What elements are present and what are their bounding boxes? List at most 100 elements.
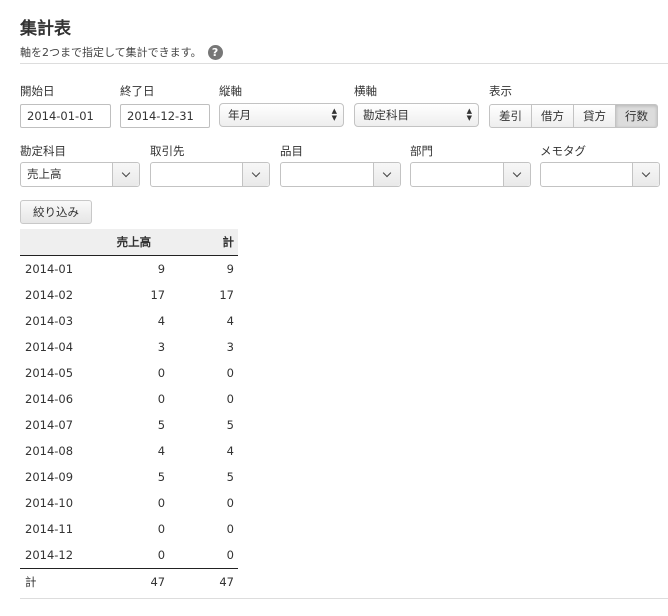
period-cell: 2014-03 xyxy=(25,314,74,328)
total-cell: 0 xyxy=(226,366,234,380)
account-label: 勘定科目 xyxy=(20,144,66,158)
subtitle-text: 軸を2つまで指定して集計できます。 xyxy=(20,46,202,59)
sales-cell: 4 xyxy=(157,444,166,458)
sales-cell: 17 xyxy=(150,288,166,302)
vertical-axis-label: 縦軸 xyxy=(219,84,242,98)
partner-dropdown-button[interactable] xyxy=(242,163,269,186)
horizontal-axis-select[interactable]: 勘定科目 ▲ ▼ xyxy=(354,103,479,127)
display-option-row-count[interactable]: 行数 xyxy=(616,104,658,128)
table-total-row: 計 47 47 xyxy=(20,568,238,595)
table-row: 2014-04 3 3 xyxy=(20,334,238,360)
total-cell: 3 xyxy=(226,340,234,354)
header-divider xyxy=(20,63,668,64)
section-dropdown-button[interactable] xyxy=(503,163,530,186)
vertical-axis-select[interactable]: 年月 ▲ ▼ xyxy=(219,103,344,127)
total-label-cell: 計 xyxy=(20,568,84,595)
memo-tag-combobox[interactable] xyxy=(540,162,660,187)
section-label: 部門 xyxy=(410,144,433,158)
partner-combobox[interactable] xyxy=(150,162,270,187)
period-cell: 2014-09 xyxy=(25,470,74,484)
item-dropdown-button[interactable] xyxy=(373,163,400,186)
period-cell: 2014-12 xyxy=(25,548,74,562)
updown-arrow-icon: ▲ ▼ xyxy=(331,107,337,122)
sales-cell: 9 xyxy=(157,262,166,276)
table-row: 2014-09 5 5 xyxy=(20,464,238,490)
item-value[interactable] xyxy=(281,163,373,186)
total-cell: 5 xyxy=(226,418,234,432)
table-row: 2014-06 0 0 xyxy=(20,386,238,412)
sales-cell: 5 xyxy=(157,418,166,432)
total-cell: 0 xyxy=(226,392,234,406)
partner-value[interactable] xyxy=(151,163,242,186)
page-title: 集計表 xyxy=(20,19,71,39)
chevron-down-icon xyxy=(382,168,392,178)
item-label: 品目 xyxy=(280,144,303,158)
partner-label: 取引先 xyxy=(150,144,185,158)
start-date-label: 開始日 xyxy=(20,84,55,98)
display-option-credit[interactable]: 貸方 xyxy=(574,104,616,128)
account-value[interactable]: 売上高 xyxy=(21,163,112,186)
sales-cell: 5 xyxy=(157,470,166,484)
total-cell: 9 xyxy=(226,262,234,276)
total-cell: 0 xyxy=(226,496,234,510)
start-date-input[interactable]: 2014-01-01 xyxy=(20,104,111,128)
footer-divider xyxy=(20,598,668,599)
total-cell: 0 xyxy=(226,548,234,562)
chevron-down-icon xyxy=(121,168,131,178)
horizontal-axis-label: 横軸 xyxy=(354,84,377,98)
table-row: 2014-05 0 0 xyxy=(20,360,238,386)
table-row: 2014-08 4 4 xyxy=(20,438,238,464)
period-cell: 2014-02 xyxy=(25,288,74,302)
sales-cell: 0 xyxy=(157,392,166,406)
chevron-down-icon xyxy=(512,168,522,178)
total-cell: 0 xyxy=(226,522,234,536)
display-mode-toggle: 差引 借方 貸方 行数 xyxy=(489,104,658,128)
account-combobox[interactable]: 売上高 xyxy=(20,162,140,187)
period-cell: 2014-08 xyxy=(25,444,74,458)
aggregate-table: 売上高 計 2014-01 9 9 2014-02 17 17 2014-03 4 4 20… xyxy=(20,229,238,595)
chevron-down-icon xyxy=(641,168,651,178)
sales-cell: 4 xyxy=(157,314,166,328)
sales-cell: 0 xyxy=(157,366,166,380)
apply-filter-button[interactable]: 絞り込み xyxy=(20,200,92,224)
table-row: 2014-07 5 5 xyxy=(20,412,238,438)
sales-cell: 0 xyxy=(157,548,166,562)
grand-total-cell: 47 xyxy=(169,568,238,595)
period-cell: 2014-11 xyxy=(25,522,74,536)
sales-cell: 0 xyxy=(157,522,166,536)
table-header-row: 売上高 計 xyxy=(20,229,238,256)
sales-cell: 3 xyxy=(157,340,166,354)
section-combobox[interactable] xyxy=(410,162,531,187)
total-cell: 4 xyxy=(226,314,234,328)
table-header-sales: 売上高 xyxy=(83,229,170,256)
period-cell: 2014-07 xyxy=(25,418,74,432)
table-row: 2014-10 0 0 xyxy=(20,490,238,516)
page-subtitle: 軸を2つまで指定して集計できます。 ? xyxy=(20,44,223,60)
table-row: 2014-01 9 9 xyxy=(20,256,238,283)
display-option-debit[interactable]: 借方 xyxy=(532,104,574,128)
table-row: 2014-12 0 0 xyxy=(20,542,238,569)
account-dropdown-button[interactable] xyxy=(112,163,139,186)
period-cell: 2014-04 xyxy=(25,340,74,354)
item-combobox[interactable] xyxy=(280,162,401,187)
table-row: 2014-03 4 4 xyxy=(20,308,238,334)
question-circle-icon[interactable]: ? xyxy=(207,44,223,60)
period-cell: 2014-10 xyxy=(25,496,74,510)
table-header-total: 計 xyxy=(169,229,238,256)
display-option-net[interactable]: 差引 xyxy=(489,104,532,128)
total-cell: 4 xyxy=(226,444,234,458)
memo-tag-dropdown-button[interactable] xyxy=(632,163,659,186)
memo-tag-label: メモタグ xyxy=(540,144,586,158)
table-row: 2014-11 0 0 xyxy=(20,516,238,542)
period-cell: 2014-01 xyxy=(25,262,74,276)
period-cell: 2014-05 xyxy=(25,366,74,380)
end-date-input[interactable]: 2014-12-31 xyxy=(120,104,210,128)
aggregate-report-page: { "header": { "title": "集計表", "subtitle"… xyxy=(0,0,668,616)
vertical-axis-value: 年月 xyxy=(228,108,251,122)
section-value[interactable] xyxy=(411,163,503,186)
updown-arrow-icon: ▲ ▼ xyxy=(466,107,472,122)
period-cell: 2014-06 xyxy=(25,392,74,406)
chevron-down-icon xyxy=(251,168,261,178)
memo-tag-value[interactable] xyxy=(541,163,632,186)
end-date-label: 終了日 xyxy=(120,84,155,98)
